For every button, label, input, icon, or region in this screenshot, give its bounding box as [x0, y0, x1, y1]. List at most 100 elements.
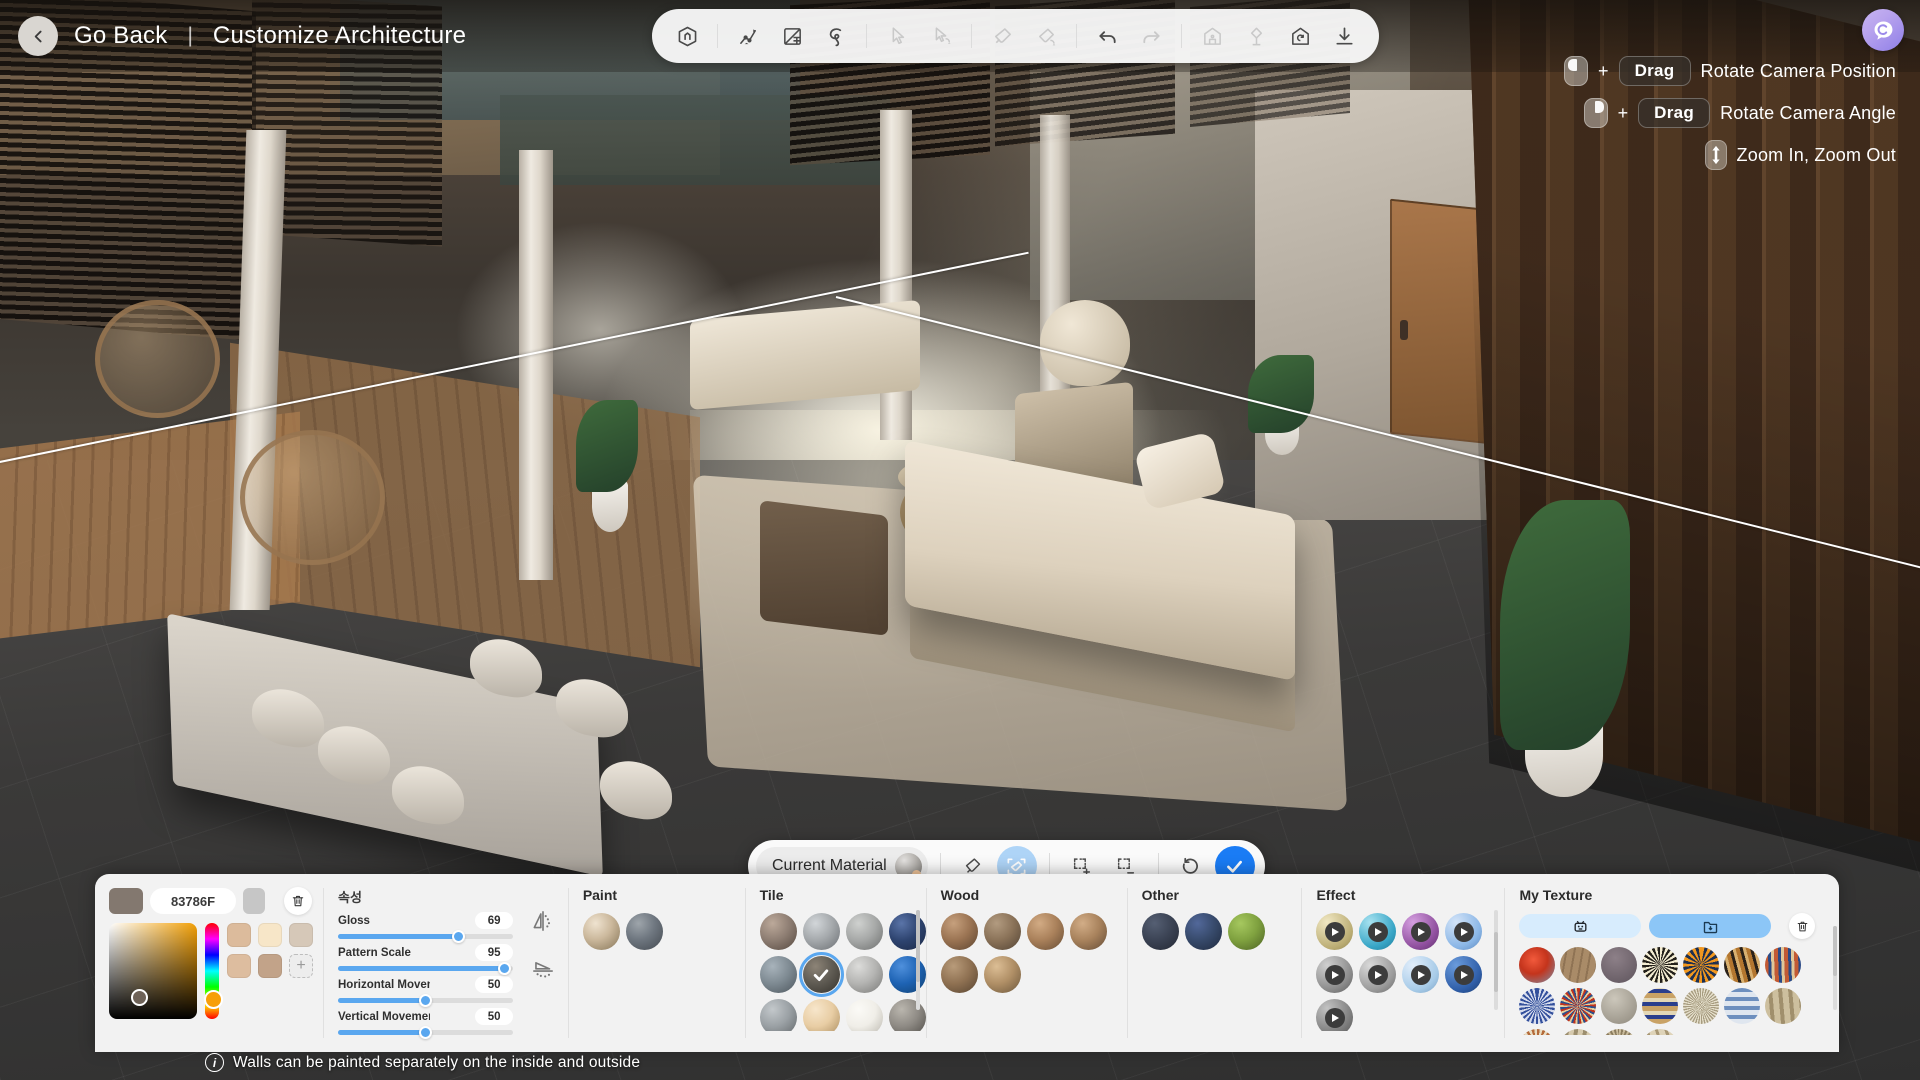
texture-thumb[interactable]: [1683, 988, 1719, 1024]
material-swatch[interactable]: [846, 999, 883, 1031]
slider-knob[interactable]: [452, 930, 465, 943]
effect-flower[interactable]: [1402, 913, 1439, 950]
color-preset[interactable]: [227, 954, 251, 978]
cursor-add-icon[interactable]: [920, 15, 962, 57]
material-swatch[interactable]: [941, 913, 978, 950]
saturation-value-field[interactable]: [109, 923, 197, 1019]
effect-fog[interactable]: [1316, 999, 1353, 1031]
material-swatch[interactable]: [583, 913, 620, 950]
texture-thumb[interactable]: [1642, 1029, 1678, 1035]
delete-color-button[interactable]: [284, 887, 312, 915]
texture-thumb[interactable]: [1642, 988, 1678, 1024]
material-swatch[interactable]: [846, 956, 883, 993]
material-swatch-selected[interactable]: [803, 956, 840, 993]
paint-section[interactable]: Paint: [569, 874, 745, 1052]
material-swatch[interactable]: [760, 913, 797, 950]
material-swatch[interactable]: [1027, 913, 1064, 950]
alpha-swatch[interactable]: [243, 888, 265, 914]
effect-deepwater[interactable]: [1445, 956, 1482, 993]
other-swatch-grid[interactable]: [1142, 913, 1292, 950]
slider-knob[interactable]: [419, 994, 432, 1007]
color-picker-section[interactable]: 83786F +: [95, 874, 323, 1052]
texture-thumb[interactable]: [1765, 988, 1801, 1024]
back-label[interactable]: Go Back: [74, 22, 167, 50]
material-swatch[interactable]: [846, 913, 883, 950]
material-swatch[interactable]: [1185, 913, 1222, 950]
property-row-pattern-scale[interactable]: Pattern Scale 95: [338, 944, 513, 971]
paint-bucket-icon[interactable]: [981, 15, 1023, 57]
material-swatch[interactable]: [803, 999, 840, 1031]
main-toolbar[interactable]: [652, 9, 1379, 63]
wood-swatch-grid[interactable]: [941, 913, 1121, 993]
effect-cloud[interactable]: [1402, 956, 1439, 993]
property-value[interactable]: 69: [475, 912, 513, 929]
color-presets[interactable]: +: [227, 923, 313, 1019]
effect-grid[interactable]: [1316, 913, 1496, 1031]
my-texture-scrollbar[interactable]: [1833, 926, 1837, 1010]
texture-thumb[interactable]: [1601, 947, 1637, 983]
effect-sky[interactable]: [1445, 913, 1482, 950]
other-section[interactable]: Other: [1128, 874, 1302, 1052]
flip-horizontal-icon[interactable]: [526, 904, 560, 938]
my-texture-grid[interactable]: [1519, 947, 1825, 1035]
room-model-icon[interactable]: [666, 15, 708, 57]
undo-icon[interactable]: [1086, 15, 1128, 57]
download-icon[interactable]: [1323, 15, 1365, 57]
properties-section[interactable]: 속성 Gloss 69 Pattern Scale 95 Hori: [324, 874, 519, 1052]
wood-section[interactable]: Wood: [927, 874, 1127, 1052]
ai-generate-tab[interactable]: [1519, 914, 1641, 938]
property-value[interactable]: 95: [475, 944, 513, 961]
texture-thumb[interactable]: [1724, 988, 1760, 1024]
effect-sand[interactable]: [1316, 913, 1353, 950]
my-texture-tabs[interactable]: [1519, 913, 1825, 939]
current-color-swatch[interactable]: [109, 888, 143, 914]
property-value[interactable]: 50: [475, 976, 513, 993]
texture-thumb[interactable]: [1519, 988, 1555, 1024]
back-button[interactable]: [18, 16, 58, 56]
flip-buttons-section[interactable]: [519, 874, 568, 1052]
property-row-horizontal-movement[interactable]: Horizontal Movement 50: [338, 976, 513, 1003]
add-color-preset-button[interactable]: +: [289, 954, 313, 978]
material-swatch[interactable]: [984, 956, 1021, 993]
material-swatch[interactable]: [803, 913, 840, 950]
material-swatch[interactable]: [984, 913, 1021, 950]
material-swatch[interactable]: [1228, 913, 1265, 950]
texture-thumb[interactable]: [1560, 947, 1596, 983]
texture-thumb[interactable]: [1519, 1029, 1555, 1035]
material-swatch[interactable]: [889, 956, 926, 993]
channel-talk-logo[interactable]: [1862, 9, 1904, 51]
color-preset[interactable]: [227, 923, 251, 947]
property-value[interactable]: 50: [475, 1008, 513, 1025]
texture-thumb[interactable]: [1519, 947, 1555, 983]
house-link-icon[interactable]: [1235, 15, 1277, 57]
material-panel[interactable]: 83786F +: [95, 874, 1839, 1052]
property-row-vertical-movement[interactable]: Vertical Movement 50: [338, 1008, 513, 1035]
hue-slider[interactable]: [205, 923, 219, 1019]
color-preset[interactable]: [258, 954, 282, 978]
material-swatch[interactable]: [760, 956, 797, 993]
slider-knob[interactable]: [498, 962, 511, 975]
upload-file-tab[interactable]: [1649, 914, 1771, 938]
wall-pattern-icon[interactable]: [771, 15, 813, 57]
delete-texture-button[interactable]: [1789, 913, 1815, 939]
effect-scrollbar[interactable]: [1494, 910, 1498, 1010]
texture-thumb[interactable]: [1765, 947, 1801, 983]
flip-vertical-icon[interactable]: [526, 954, 560, 988]
effect-section[interactable]: Effect: [1302, 874, 1504, 1052]
texture-thumb[interactable]: [1560, 988, 1596, 1024]
color-picker-handle[interactable]: [131, 989, 148, 1006]
material-swatch[interactable]: [1070, 913, 1107, 950]
house-edit-icon[interactable]: [1191, 15, 1233, 57]
effect-water[interactable]: [1359, 913, 1396, 950]
texture-thumb[interactable]: [1560, 1029, 1596, 1035]
paint-erase-icon[interactable]: [1025, 15, 1067, 57]
cursor-arrow-icon[interactable]: [876, 15, 918, 57]
house-reset-icon[interactable]: [1279, 15, 1321, 57]
node-path-icon[interactable]: [727, 15, 769, 57]
texture-thumb[interactable]: [1683, 947, 1719, 983]
texture-thumb[interactable]: [1724, 947, 1760, 983]
hex-value-input[interactable]: 83786F: [150, 888, 236, 914]
property-slider[interactable]: [338, 966, 513, 971]
material-swatch[interactable]: [760, 999, 797, 1031]
my-texture-section[interactable]: My Texture: [1505, 874, 1839, 1052]
